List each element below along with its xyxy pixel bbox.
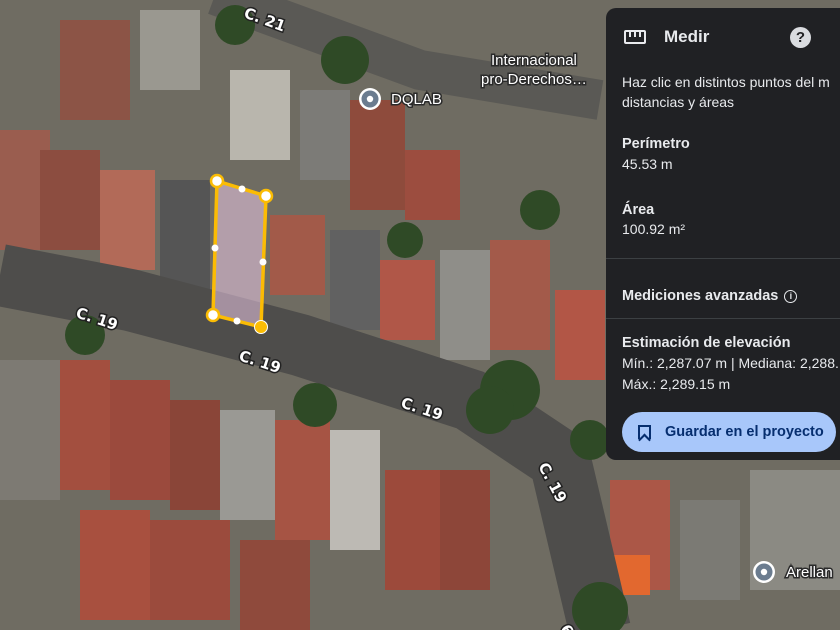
elevation-label: Estimación de elevación <box>622 335 791 351</box>
area-label: Área <box>622 202 655 218</box>
perimeter-label: Perímetro <box>622 136 690 152</box>
measure-panel: Medir ? Haz clic en distintos puntos del… <box>606 8 840 460</box>
measure-midpoint[interactable] <box>238 185 246 193</box>
save-to-project-button[interactable]: Guardar en el proyecto <box>622 412 836 452</box>
divider <box>606 318 840 319</box>
save-button-label: Guardar en el proyecto <box>665 424 824 440</box>
poi-label[interactable]: pro-Derechos… <box>480 70 589 90</box>
measure-point[interactable] <box>254 320 268 334</box>
bookmark-icon <box>638 425 651 439</box>
info-icon[interactable]: i <box>784 290 798 303</box>
panel-title: Medir <box>664 27 710 46</box>
instruction-text: Haz clic en distintos puntos del m <box>622 74 830 90</box>
area-value: 100.92 m² <box>622 221 686 237</box>
advanced-label: Mediciones avanzadas <box>622 288 779 304</box>
poi-label[interactable]: Internacional <box>490 51 579 71</box>
measure-midpoint[interactable] <box>211 244 219 252</box>
divider <box>606 258 840 259</box>
measurement-shape[interactable] <box>205 173 274 334</box>
poi-pin-icon[interactable] <box>753 561 775 583</box>
ruler-icon <box>624 30 646 44</box>
measure-point[interactable] <box>209 173 225 189</box>
perimeter-value: 45.53 m <box>622 156 673 172</box>
measure-midpoint[interactable] <box>233 317 241 325</box>
poi-pin-icon[interactable] <box>359 88 381 110</box>
elevation-max: Máx.: 2,289.15 m <box>622 376 731 392</box>
help-icon[interactable]: ? <box>790 27 811 48</box>
poi-label[interactable]: Arellan <box>785 563 835 583</box>
advanced-measurements[interactable]: Mediciones avanzadas i <box>622 288 798 304</box>
poi-label[interactable]: DQLAB <box>390 90 444 110</box>
instruction-text: distancias y áreas <box>622 94 735 110</box>
measure-point[interactable] <box>258 188 274 204</box>
measure-midpoint[interactable] <box>259 258 267 266</box>
measure-point[interactable] <box>205 307 221 323</box>
elevation-stats: Mín.: 2,287.07 m | Mediana: 2,288. <box>622 355 839 371</box>
